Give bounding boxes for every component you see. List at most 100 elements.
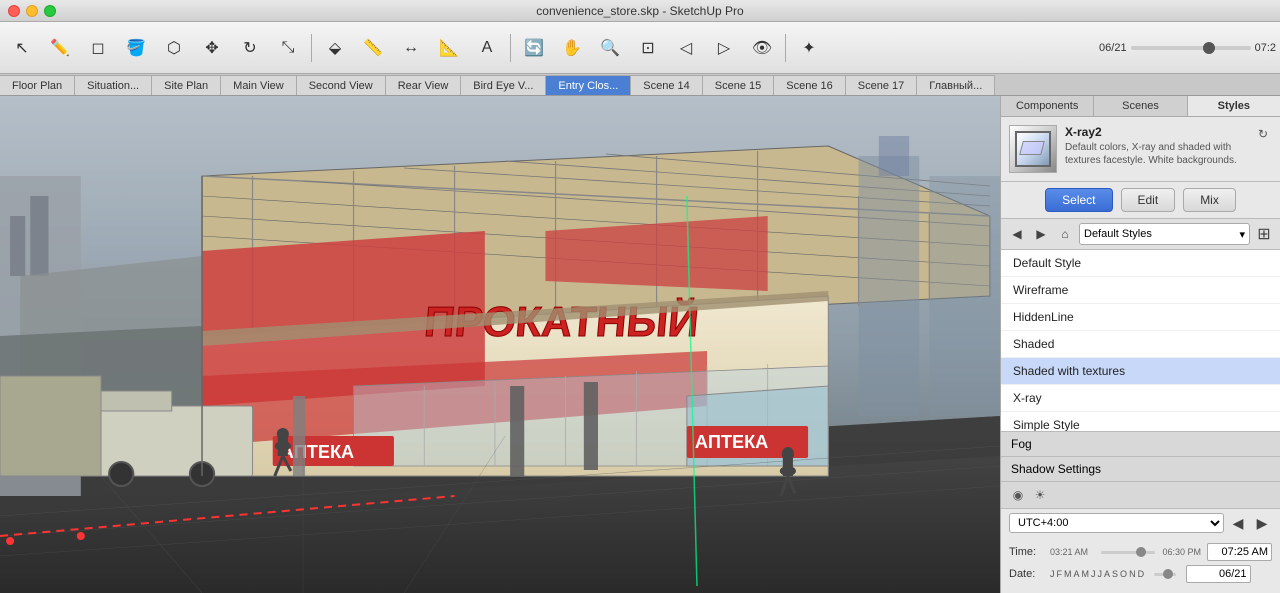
style-action-edit-button[interactable]: Edit <box>1121 188 1176 212</box>
shadow-icon-row: ◉ ☀ <box>1001 482 1280 509</box>
style-description: Default colors, X-ray and shaded with te… <box>1065 141 1246 167</box>
style-list-item[interactable]: X-ray <box>1001 385 1280 412</box>
styles-collection-dropdown[interactable]: Default Styles ▾ <box>1079 223 1250 245</box>
date-input[interactable] <box>1186 565 1251 583</box>
time-slider[interactable] <box>1101 551 1155 554</box>
next-view-tool[interactable]: ▷ <box>706 30 742 66</box>
scene-tab[interactable]: Entry Clos... <box>546 75 631 95</box>
scale-tool[interactable]: ⤡ <box>270 30 306 66</box>
rotate-tool[interactable]: ↻ <box>232 30 268 66</box>
scene-tab[interactable]: Bird Eye V... <box>461 75 546 95</box>
tape-tool[interactable]: 📏 <box>355 30 391 66</box>
eraser-tool[interactable]: ◻ <box>80 30 116 66</box>
zoom-tool[interactable]: 🔍 <box>592 30 628 66</box>
scene-tab[interactable]: Site Plan <box>152 75 221 95</box>
dropdown-value: Default Styles <box>1084 228 1152 240</box>
scene-tab[interactable]: Главный... <box>917 75 995 95</box>
prev-view-tool[interactable]: ◁ <box>668 30 704 66</box>
component-tool[interactable]: ⬙ <box>317 30 353 66</box>
style-list-item[interactable]: Simple Style <box>1001 412 1280 431</box>
timezone-select[interactable]: UTC+4:00 <box>1009 513 1224 533</box>
maximize-button[interactable] <box>44 5 56 17</box>
style-list-item[interactable]: Shaded <box>1001 331 1280 358</box>
month-o: O <box>1120 569 1127 579</box>
shadow-settings-section[interactable]: Shadow Settings <box>1001 457 1280 482</box>
style-action-buttons: Select Edit Mix <box>1001 182 1280 219</box>
style-action-mix-button[interactable]: Mix <box>1183 188 1236 212</box>
date-months: J F M A M J J A S O N D <box>1050 569 1144 579</box>
pan-tool[interactable]: ✋ <box>554 30 590 66</box>
month-d: D <box>1138 569 1145 579</box>
sep3 <box>785 34 786 62</box>
shadow-toggle-icon[interactable]: ◉ <box>1009 486 1027 504</box>
move-tool[interactable]: ✥ <box>194 30 230 66</box>
orbit-tool[interactable]: 🔄 <box>516 30 552 66</box>
nav-forward-button[interactable]: ▶ <box>1031 224 1051 244</box>
minimize-button[interactable] <box>26 5 38 17</box>
viewport[interactable]: ПРОКАТНЫЙ АПТЕКА АПТЕКА <box>0 96 1000 593</box>
select-tool[interactable]: ↖ <box>4 30 40 66</box>
nav-back-button[interactable]: ◀ <box>1007 224 1027 244</box>
styles-panel: ComponentsScenesStyles X-ray2 Default co… <box>1000 96 1280 593</box>
scene-tab[interactable]: Scene 16 <box>774 75 845 95</box>
pencil-tool[interactable]: ✏️ <box>42 30 78 66</box>
date-slider[interactable] <box>1154 573 1175 576</box>
scene-tab[interactable]: Situation... <box>75 75 152 95</box>
dimension-tool[interactable]: ↔ <box>393 30 429 66</box>
shadow-sliders: Time: 03:21 AM 06:30 PM Date: J F M A <box>1001 537 1280 593</box>
protractor-tool[interactable]: 📐 <box>431 30 467 66</box>
time-end-label: 06:30 PM <box>1161 547 1201 557</box>
svg-text:АПТЕКА: АПТЕКА <box>695 432 768 452</box>
zoom-extents-tool[interactable]: ⊡ <box>630 30 666 66</box>
style-action-select-button[interactable]: Select <box>1045 188 1112 212</box>
month-j3: J <box>1098 569 1103 579</box>
month-j2: J <box>1091 569 1096 579</box>
nav-home-button[interactable]: ⌂ <box>1055 224 1075 244</box>
playback-slider[interactable] <box>1131 46 1251 50</box>
scene-tab[interactable]: Floor Plan <box>0 75 75 95</box>
position-camera-tool[interactable]: 👁 <box>744 30 780 66</box>
style-info: X-ray2 Default colors, X-ray and shaded … <box>1065 125 1246 173</box>
scene-tab[interactable]: Rear View <box>386 75 462 95</box>
panel-tab[interactable]: Components <box>1001 96 1094 116</box>
month-a2: A <box>1104 569 1110 579</box>
tz-prev-button[interactable]: ◀ <box>1228 513 1248 533</box>
style-list-item[interactable]: HiddenLine <box>1001 304 1280 331</box>
fog-section[interactable]: Fog <box>1001 432 1280 457</box>
refresh-icon[interactable]: ↻ <box>1254 125 1272 143</box>
time-input[interactable] <box>1207 543 1272 561</box>
style-list-item[interactable]: Wireframe <box>1001 277 1280 304</box>
month-f: F <box>1057 569 1063 579</box>
time-row: Time: 03:21 AM 06:30 PM <box>1009 543 1272 561</box>
style-list-item[interactable]: Shaded with textures <box>1001 358 1280 385</box>
scene-tab[interactable]: Scene 17 <box>846 75 917 95</box>
toolbar: ↖ ✏️ ◻ 🪣 ⬡ ✥ ↻ ⤡ ⬙ 📏 ↔ 📐 A 🔄 ✋ 🔍 ⊡ ◁ ▷ 👁… <box>0 22 1280 74</box>
style-name: X-ray2 <box>1065 125 1246 139</box>
shadow-display-icon[interactable]: ☀ <box>1031 486 1049 504</box>
date-row: Date: J F M A M J J A S O N D <box>1009 565 1272 583</box>
section-plane-tool[interactable]: ✦ <box>791 30 827 66</box>
styles-list[interactable]: Default StyleWireframeHiddenLineShadedSh… <box>1001 250 1280 431</box>
scene-tabs: Floor PlanSituation...Site PlanMain View… <box>0 74 1280 96</box>
style-list-item[interactable]: Default Style <box>1001 250 1280 277</box>
close-button[interactable] <box>8 5 20 17</box>
timezone-row: UTC+4:00 ◀ ▶ <box>1001 509 1280 537</box>
push-pull-tool[interactable]: ⬡ <box>156 30 192 66</box>
playback-bar: 06/21 07:2 <box>1099 42 1276 54</box>
new-style-button[interactable]: ⊞ <box>1254 224 1274 244</box>
scene-tab[interactable]: Scene 15 <box>703 75 774 95</box>
fog-label: Fog <box>1011 437 1032 451</box>
tz-next-button[interactable]: ▶ <box>1252 513 1272 533</box>
paint-tool[interactable]: 🪣 <box>118 30 154 66</box>
panel-tab[interactable]: Styles <box>1188 96 1280 116</box>
panel-tab[interactable]: Scenes <box>1094 96 1187 116</box>
scene-tab[interactable]: Scene 14 <box>631 75 702 95</box>
month-j1: J <box>1050 569 1055 579</box>
building-3d-view: ПРОКАТНЫЙ АПТЕКА АПТЕКА <box>0 96 1000 593</box>
window-controls <box>8 5 56 17</box>
scene-tab[interactable]: Main View <box>221 75 297 95</box>
text-tool[interactable]: A <box>469 30 505 66</box>
playback-controls: 06/21 07:2 <box>1099 42 1276 54</box>
style-thumbnail <box>1009 125 1057 173</box>
scene-tab[interactable]: Second View <box>297 75 386 95</box>
